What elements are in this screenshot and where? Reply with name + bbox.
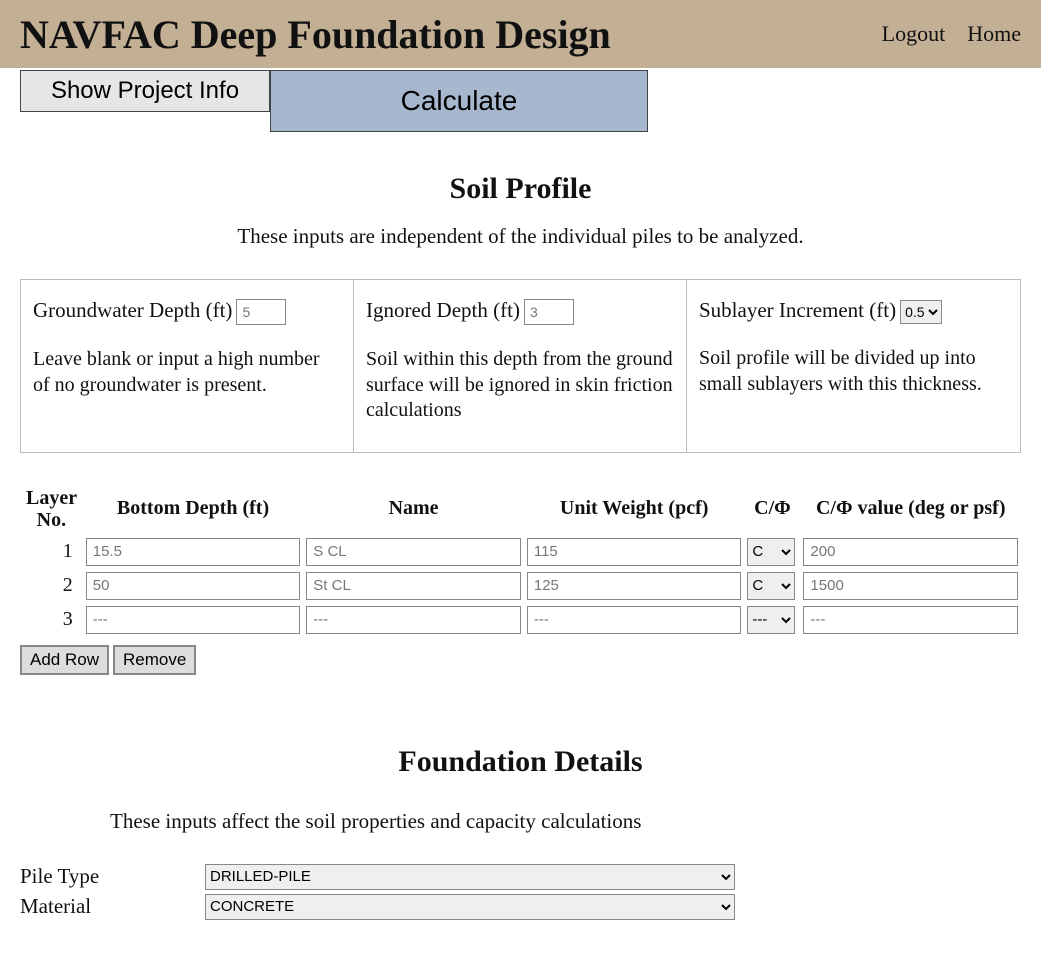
- cphi-select[interactable]: ---: [747, 606, 795, 634]
- soil-profile-title: Soil Profile: [0, 172, 1041, 206]
- cphi-select[interactable]: C: [747, 572, 795, 600]
- groundwater-desc: Leave blank or input a high number of no…: [33, 347, 341, 398]
- layer-no: 3: [20, 603, 83, 637]
- table-row: 2C: [20, 569, 1021, 603]
- groundwater-input[interactable]: [236, 299, 286, 325]
- weight-input[interactable]: [527, 572, 742, 600]
- col-bottom-depth: Bottom Depth (ft): [83, 483, 304, 535]
- material-select[interactable]: CONCRETE: [205, 894, 735, 920]
- soil-profile-grid: Groundwater Depth (ft) Leave blank or in…: [20, 279, 1021, 453]
- col-unit-weight: Unit Weight (pcf): [524, 483, 745, 535]
- ignored-depth-label: Ignored Depth (ft): [366, 298, 520, 322]
- foundation-title: Foundation Details: [20, 745, 1021, 779]
- col-cphi-value: C/Φ value (deg or psf): [800, 483, 1021, 535]
- weight-input[interactable]: [527, 606, 742, 634]
- material-label: Material: [20, 894, 205, 919]
- toolbar: Show Project Info Calculate: [0, 60, 1041, 132]
- logout-link[interactable]: Logout: [882, 21, 946, 46]
- calculate-button[interactable]: Calculate: [270, 70, 648, 132]
- ignored-depth-cell: Ignored Depth (ft) Soil within this dept…: [354, 280, 687, 452]
- app-header: NAVFAC Deep Foundation Design Logout Hom…: [0, 0, 1041, 68]
- nav-links: Logout Home: [864, 21, 1021, 47]
- depth-input[interactable]: [86, 606, 301, 634]
- foundation-section: Foundation Details These inputs affect t…: [20, 745, 1021, 920]
- col-cphi: C/Φ: [744, 483, 800, 535]
- sublayer-select[interactable]: 0.5: [900, 300, 942, 324]
- layer-no: 1: [20, 535, 83, 569]
- layer-row-buttons: Add Row Remove: [20, 645, 1041, 675]
- name-input[interactable]: [306, 606, 521, 634]
- pile-type-label: Pile Type: [20, 864, 205, 889]
- col-name: Name: [303, 483, 524, 535]
- remove-row-button[interactable]: Remove: [113, 645, 196, 675]
- show-project-info-button[interactable]: Show Project Info: [20, 70, 270, 112]
- soil-profile-subtitle: These inputs are independent of the indi…: [0, 224, 1041, 249]
- cphi-select[interactable]: C: [747, 538, 795, 566]
- groundwater-label: Groundwater Depth (ft): [33, 298, 232, 322]
- material-row: Material CONCRETE: [20, 894, 1021, 920]
- groundwater-cell: Groundwater Depth (ft) Leave blank or in…: [21, 280, 354, 452]
- sublayer-desc: Soil profile will be divided up into sma…: [699, 346, 1008, 397]
- soil-profile-section: Soil Profile These inputs are independen…: [0, 172, 1041, 453]
- weight-input[interactable]: [527, 538, 742, 566]
- layer-no: 2: [20, 569, 83, 603]
- layers-table-wrap: Layer No. Bottom Depth (ft) Name Unit We…: [20, 483, 1021, 637]
- col-layer-no: Layer No.: [20, 483, 83, 535]
- pile-type-row: Pile Type DRILLED-PILE: [20, 864, 1021, 890]
- sublayer-label: Sublayer Increment (ft): [699, 298, 896, 322]
- depth-input[interactable]: [86, 538, 301, 566]
- table-row: 3 ---: [20, 603, 1021, 637]
- pile-type-select[interactable]: DRILLED-PILE: [205, 864, 735, 890]
- add-row-button[interactable]: Add Row: [20, 645, 109, 675]
- sublayer-cell: Sublayer Increment (ft) 0.5 Soil profile…: [687, 280, 1020, 452]
- cphi-value-input[interactable]: [803, 606, 1018, 634]
- ignored-depth-desc: Soil within this depth from the ground s…: [366, 347, 674, 424]
- name-input[interactable]: [306, 572, 521, 600]
- layers-table: Layer No. Bottom Depth (ft) Name Unit We…: [20, 483, 1021, 637]
- name-input[interactable]: [306, 538, 521, 566]
- foundation-subtitle: These inputs affect the soil properties …: [110, 809, 1021, 834]
- home-link[interactable]: Home: [967, 21, 1021, 46]
- table-row: 1C: [20, 535, 1021, 569]
- cphi-value-input[interactable]: [803, 538, 1018, 566]
- app-title: NAVFAC Deep Foundation Design: [20, 11, 611, 58]
- depth-input[interactable]: [86, 572, 301, 600]
- cphi-value-input[interactable]: [803, 572, 1018, 600]
- ignored-depth-input[interactable]: [524, 299, 574, 325]
